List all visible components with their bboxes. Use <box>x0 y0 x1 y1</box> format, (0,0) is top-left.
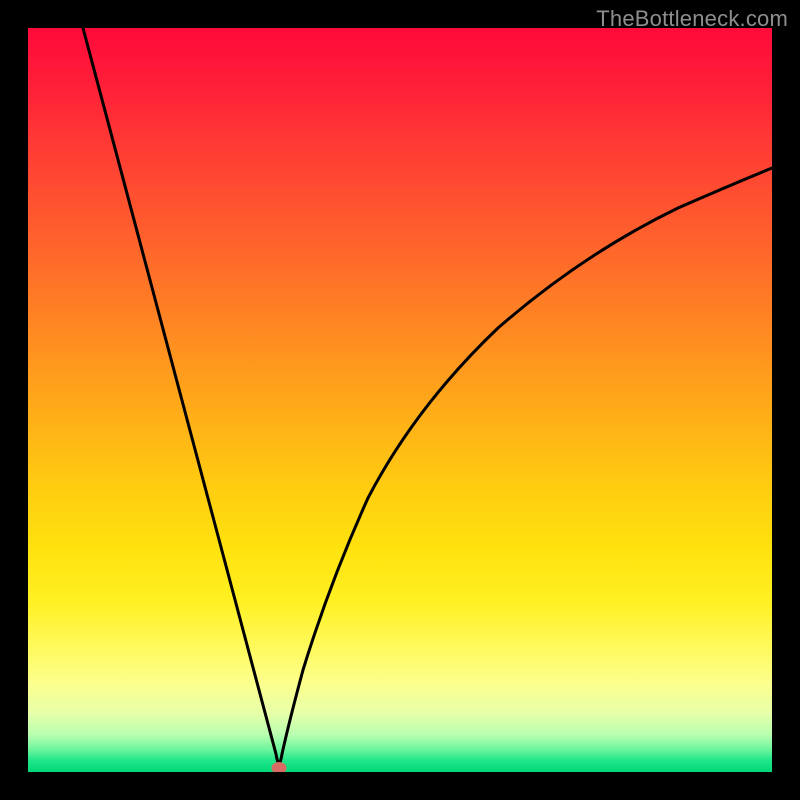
chart-wrapper: TheBottleneck.com <box>0 0 800 800</box>
bottleneck-curve <box>28 28 772 772</box>
plot-area <box>28 28 772 772</box>
optimal-point-marker <box>272 762 287 772</box>
watermark-text: TheBottleneck.com <box>596 6 788 32</box>
